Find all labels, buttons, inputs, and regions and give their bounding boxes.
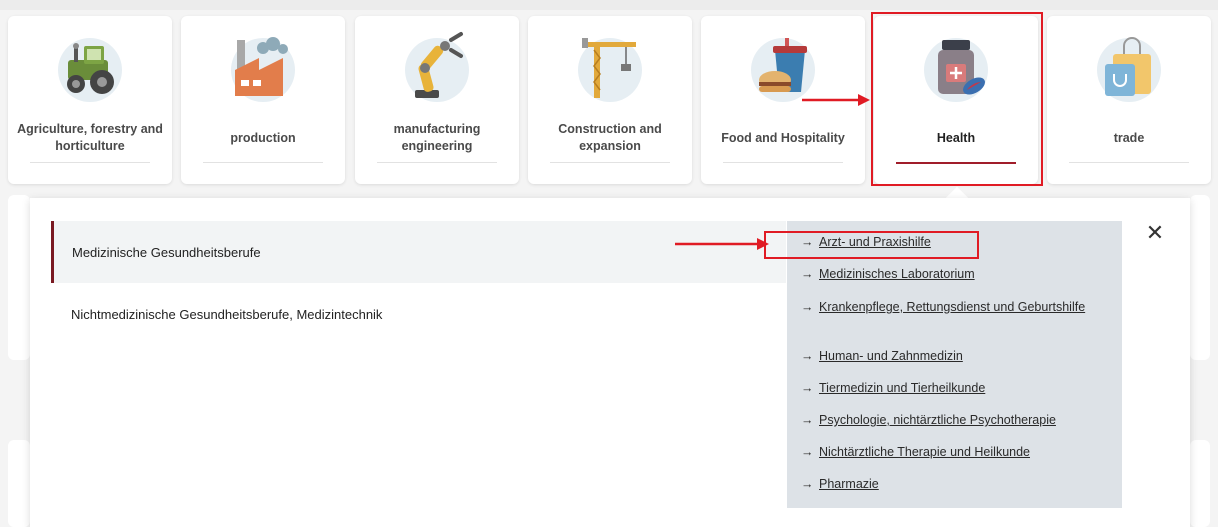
occupation-link[interactable]: → Medizinisches Laboratorium: [801, 266, 1106, 283]
crane-icon: [578, 38, 642, 102]
background-card: [8, 195, 30, 360]
close-icon[interactable]: ✕: [1145, 222, 1165, 244]
arrow-right-icon: →: [801, 267, 814, 281]
sector-label: Construction and expansion: [558, 122, 662, 153]
factory-icon: [231, 37, 295, 102]
sector-underline: [203, 162, 323, 163]
subcategory-panel: Medizinische Gesundheitsberufe Nichtmedi…: [30, 198, 1190, 527]
occupation-link[interactable]: → Krankenpflege, Rettungsdienst und Gebu…: [801, 299, 1106, 316]
subcategory-label: Nichtmedizinische Gesundheitsberufe, Med…: [71, 306, 383, 322]
occupation-link[interactable]: → Pharmazie: [801, 476, 1106, 493]
food-icon: [751, 38, 815, 102]
background-card: [1190, 195, 1210, 360]
sector-label: trade: [1113, 130, 1145, 145]
sector-underline: [1069, 162, 1189, 163]
shopping-bag-icon: [1097, 37, 1161, 102]
sector-underline: [550, 162, 670, 163]
robot-arm-icon: [405, 32, 469, 102]
occupation-link[interactable]: → Tiermedizin und Tierheilkunde: [801, 380, 1106, 397]
arrow-right-icon: →: [801, 235, 814, 249]
arrow-right-icon: →: [801, 381, 814, 395]
sector-card-manufacturing-engineering[interactable]: manufacturing engineering: [355, 16, 519, 184]
sector-label: Health: [936, 130, 976, 145]
sector-label: production: [230, 130, 296, 145]
arrow-right-icon: →: [801, 477, 814, 491]
occupation-list: → Arzt- und Praxishilfe → Medizinisches …: [787, 221, 1122, 508]
sector-label: Agriculture, forestry and horticulture: [17, 122, 163, 153]
sector-underline-active: [896, 162, 1016, 164]
sector-label: manufacturing engineering: [393, 122, 481, 153]
subcategory-nichtmedizinische[interactable]: Nichtmedizinische Gesundheitsberufe, Med…: [51, 283, 786, 345]
sector-underline: [30, 162, 150, 163]
sector-card-agriculture[interactable]: Agriculture, forestry and horticulture: [8, 16, 172, 184]
arrow-right-icon: →: [801, 300, 814, 314]
arrow-right-icon: →: [801, 349, 814, 363]
sector-underline: [723, 162, 843, 163]
sector-cards: Agriculture, forestry and horticulture p…: [0, 16, 1218, 186]
sector-card-health[interactable]: Health: [874, 16, 1038, 184]
arrow-right-icon: →: [801, 445, 814, 459]
background-card: [1190, 440, 1210, 527]
arrow-right-icon: →: [801, 413, 814, 427]
sector-card-trade[interactable]: trade: [1047, 16, 1211, 184]
sector-card-food-hospitality[interactable]: Food and Hospitality: [701, 16, 865, 184]
medicine-bottle-icon: [924, 38, 988, 102]
sector-underline: [377, 162, 497, 163]
subcategory-label: Medizinische Gesundheitsberufe: [72, 244, 261, 260]
occupation-link[interactable]: → Human- und Zahnmedizin: [801, 348, 1106, 365]
occupation-link[interactable]: → Nichtärztliche Therapie und Heilkunde: [801, 444, 1106, 461]
occupation-link[interactable]: → Arzt- und Praxishilfe: [801, 234, 1106, 251]
subcategory-medizinische[interactable]: Medizinische Gesundheitsberufe: [51, 221, 786, 283]
tractor-icon: [58, 38, 122, 102]
sector-label: Food and Hospitality: [721, 130, 845, 145]
sector-card-construction[interactable]: Construction and expansion: [528, 16, 692, 184]
background-card: [8, 440, 30, 527]
occupation-link[interactable]: → Psychologie, nichtärztliche Psychother…: [801, 412, 1106, 429]
sector-card-production[interactable]: production: [181, 16, 345, 184]
page-top-strip: [0, 0, 1218, 10]
